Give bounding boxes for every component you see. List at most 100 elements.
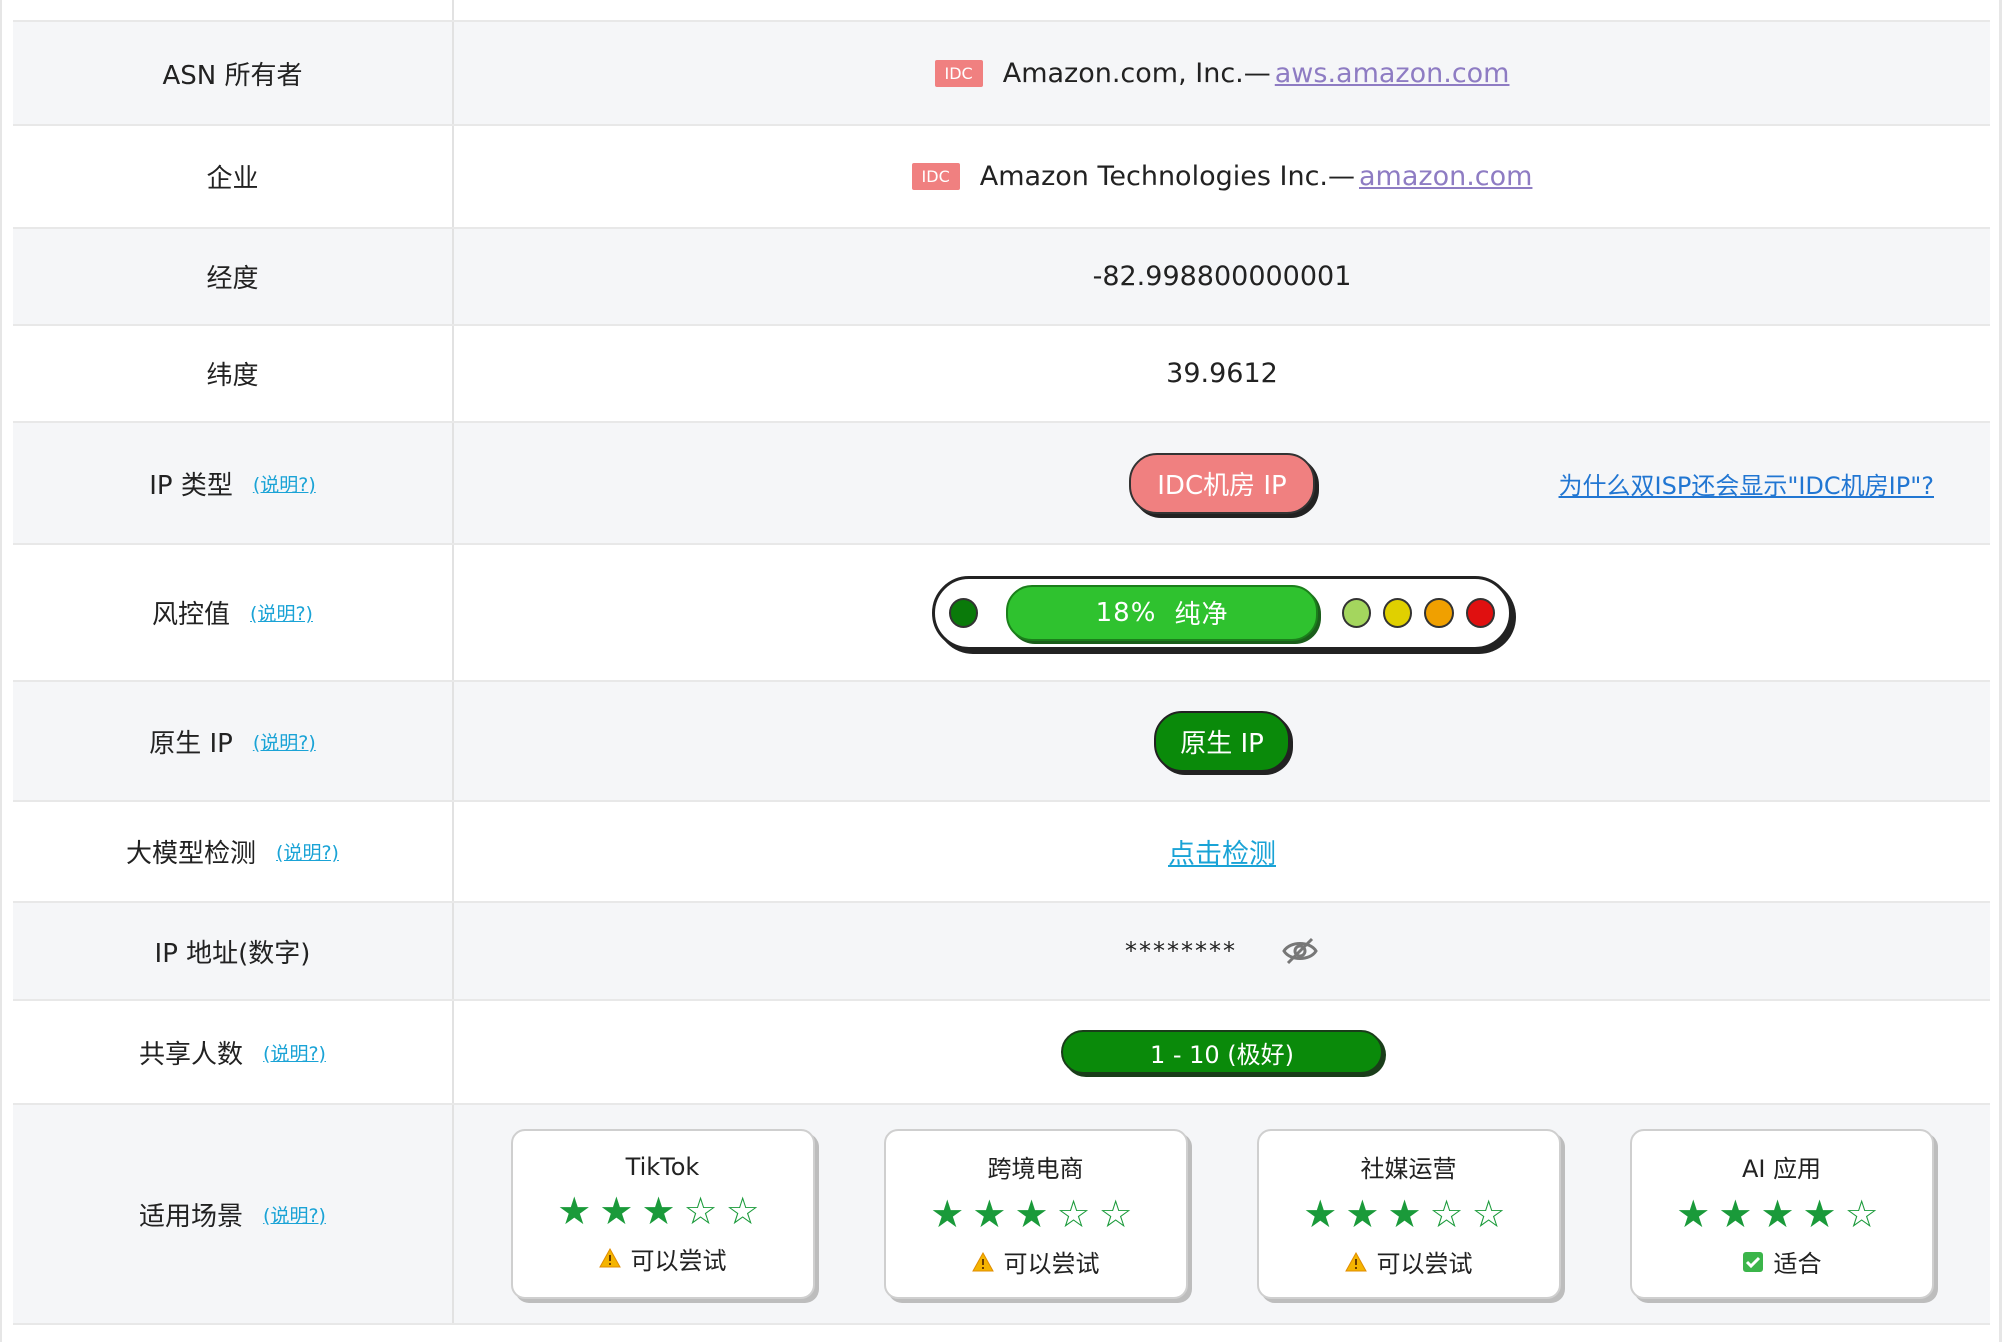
latitude-value: 39.9612	[454, 326, 1990, 421]
company-link[interactable]: amazon.com	[1359, 161, 1532, 192]
scene-verdict: 可以尝试	[598, 1241, 727, 1276]
scene-card: 社媒运营 ★★★☆☆ 可以尝试	[1256, 1129, 1561, 1299]
star-filled-icon: ★	[557, 1188, 600, 1233]
risk-fill-bar: 18% 纯净	[1006, 584, 1318, 641]
risk-dot-low	[949, 597, 979, 628]
star-filled-icon: ★	[1345, 1192, 1388, 1236]
table-row-native-ip: 原生 IP (说明?) 原生 IP	[13, 682, 1990, 802]
row-label: 企业	[206, 164, 259, 194]
row-label: IP 地址(数字)	[154, 938, 311, 969]
masked-ip-number: ********	[1125, 937, 1237, 965]
risk-dot-light-green	[1341, 597, 1372, 628]
ip-number-value: ********	[454, 903, 1990, 999]
ip-type-value: IDC机房 IP 为什么双ISP还会显示"IDC机房IP"?	[454, 423, 1990, 543]
native-ip-label: 原生 IP (说明?)	[13, 682, 454, 800]
star-filled-icon: ★	[1387, 1192, 1430, 1236]
table-row-latitude: 纬度 39.9612	[13, 326, 1990, 423]
scene-card-title: TikTok	[625, 1152, 700, 1181]
asn-owner-name: Amazon.com, Inc.—	[1002, 57, 1271, 89]
star-filled-icon: ★	[930, 1192, 973, 1236]
scene-card-title: 社媒运营	[1360, 1155, 1457, 1183]
eye-off-icon[interactable]	[1281, 935, 1319, 967]
shared-users-badge: 1 - 10 (极好)	[1061, 1030, 1383, 1074]
table-row-shared-users: 共享人数 (说明?) 1 - 10 (极好)	[13, 1001, 1990, 1105]
scene-verdict-text: 可以尝试	[1003, 1250, 1100, 1278]
star-empty-icon: ☆	[725, 1188, 768, 1233]
scene-cards: TikTok ★★★☆☆ 可以尝试 跨境电商 ★★★☆☆ 可以尝试 社媒运营 ★★★☆☆ 可以尝…	[510, 1129, 1934, 1299]
star-filled-icon: ★	[599, 1188, 642, 1233]
row-label: 原生 IP	[149, 728, 233, 759]
star-empty-icon: ☆	[1471, 1192, 1514, 1236]
help-link[interactable]: (说明?)	[263, 1201, 326, 1228]
star-empty-icon: ☆	[1844, 1192, 1887, 1236]
help-link[interactable]: (说明?)	[253, 728, 316, 755]
star-filled-icon: ★	[1718, 1192, 1761, 1236]
shared-users-text: 1 - 10 (极好)	[1149, 1040, 1295, 1069]
scene-verdict: 可以尝试	[1344, 1244, 1473, 1279]
table-row-ip-type: IP 类型 (说明?) IDC机房 IP 为什么双ISP还会显示"IDC机房IP…	[13, 423, 1990, 545]
ip-number-label: IP 地址(数字)	[13, 903, 454, 999]
star-filled-icon: ★	[641, 1188, 684, 1233]
star-empty-icon: ☆	[1429, 1192, 1472, 1236]
row-label: 大模型检测	[126, 839, 257, 869]
risk-verdict: 纯净	[1174, 600, 1229, 630]
table-row-llm-detect: 大模型检测 (说明?) 点击检测	[13, 802, 1990, 903]
risk-dot-orange	[1424, 597, 1454, 628]
click-detect-link[interactable]: 点击检测	[1168, 832, 1276, 871]
risk-dot-red	[1465, 597, 1495, 628]
scenes-value: TikTok ★★★☆☆ 可以尝试 跨境电商 ★★★☆☆ 可以尝试 社媒运营 ★★★☆☆ 可以尝…	[454, 1105, 1990, 1323]
star-empty-icon: ☆	[1098, 1192, 1141, 1236]
row-label: 纬度	[206, 361, 259, 391]
latitude-text: 39.9612	[1166, 358, 1278, 389]
asn-owner-link[interactable]: aws.amazon.com	[1275, 58, 1510, 89]
help-link[interactable]: (说明?)	[263, 1039, 326, 1066]
row-label: 风控值	[152, 600, 231, 630]
star-filled-icon: ★	[1303, 1192, 1346, 1236]
warning-icon	[1344, 1251, 1367, 1272]
row-label: 适用场景	[139, 1201, 244, 1232]
warning-icon	[598, 1248, 621, 1268]
company-label: 企业	[13, 126, 454, 227]
star-rating: ★★★☆☆	[930, 1192, 1140, 1236]
row-label: 共享人数	[139, 1039, 244, 1070]
warning-icon	[971, 1251, 994, 1272]
scene-verdict: 可以尝试	[971, 1244, 1100, 1279]
risk-meter: 18% 纯净	[932, 575, 1512, 650]
star-rating: ★★★★☆	[1676, 1192, 1886, 1236]
risk-value: 18% 纯净	[454, 545, 1990, 680]
longitude-value: -82.998800000001	[454, 229, 1990, 324]
table-row-asn: ASN 所有者 IDC Amazon.com, Inc.— aws.amazon…	[13, 22, 1990, 126]
scene-verdict-text: 适合	[1773, 1250, 1822, 1278]
ip-info-table: ASN 所有者 IDC Amazon.com, Inc.— aws.amazon…	[13, 0, 1990, 1325]
star-rating: ★★★☆☆	[557, 1189, 767, 1233]
scene-card: AI 应用 ★★★★☆ 适合	[1629, 1129, 1934, 1299]
shared-users-label: 共享人数 (说明?)	[13, 1001, 454, 1103]
table-row-company: 企业 IDC Amazon Technologies Inc.— amazon.…	[13, 126, 1990, 229]
scenes-label: 适用场景 (说明?)	[13, 1105, 454, 1323]
risk-label: 风控值 (说明?)	[13, 545, 454, 680]
help-link[interactable]: (说明?)	[253, 470, 316, 497]
llm-detect-value: 点击检测	[454, 802, 1990, 901]
native-ip-badge: 原生 IP	[1154, 710, 1290, 772]
table-row-risk: 风控值 (说明?) 18% 纯净	[13, 545, 1990, 682]
help-link[interactable]: (说明?)	[276, 838, 339, 865]
idc-tag: IDC	[911, 163, 960, 190]
row-label: IP 类型	[149, 470, 233, 501]
frame-left-border	[0, 0, 2, 1342]
help-link[interactable]: (说明?)	[250, 599, 313, 626]
star-filled-icon: ★	[972, 1192, 1015, 1236]
star-filled-icon: ★	[1802, 1192, 1845, 1236]
asn-label: ASN 所有者	[13, 22, 454, 124]
shared-users-value: 1 - 10 (极好)	[454, 1001, 1990, 1103]
scene-verdict-text: 可以尝试	[1376, 1250, 1473, 1278]
star-filled-icon: ★	[1676, 1192, 1719, 1236]
scene-verdict: 适合	[1742, 1244, 1822, 1279]
company-name: Amazon Technologies Inc.—	[979, 161, 1355, 192]
llm-detect-label: 大模型检测 (说明?)	[13, 802, 454, 901]
idc-ip-badge: IDC机房 IP	[1129, 452, 1315, 514]
ip-type-label: IP 类型 (说明?)	[13, 423, 454, 543]
why-idc-link[interactable]: 为什么双ISP还会显示"IDC机房IP"?	[1559, 466, 1934, 501]
star-filled-icon: ★	[1760, 1192, 1803, 1236]
asn-value: IDC Amazon.com, Inc.— aws.amazon.com	[454, 22, 1990, 124]
scene-verdict-text: 可以尝试	[630, 1246, 727, 1275]
